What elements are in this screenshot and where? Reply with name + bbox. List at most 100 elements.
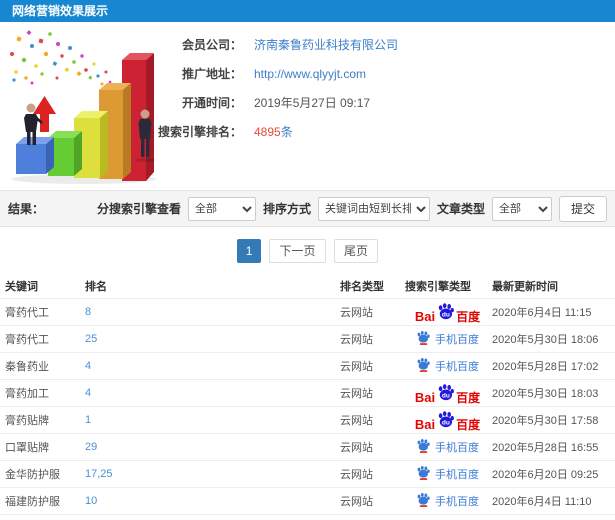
updated-time-cell: 2020年6月4日 11:15 xyxy=(492,307,592,319)
article-type-select[interactable]: 全部 xyxy=(491,196,552,221)
filter-bar: 结果： 分搜索引擎查看 全部 排序方式 关键词由短到长排序 文章类型 全部 提交 xyxy=(0,190,615,227)
rank-link[interactable]: 10 xyxy=(85,495,340,507)
table-row: 秦鲁药业 4 云网站 手机百度 2020年5月28日 17:02 xyxy=(0,352,615,379)
next-page-button[interactable]: 下一页 xyxy=(269,239,326,263)
baidu-logo-cn-text: 百度 xyxy=(456,417,481,432)
info-row-rank-count: 搜索引擎排名： 4895条 xyxy=(0,117,615,146)
info-row-url: 推广地址： http://www.qlyyjt.com xyxy=(0,59,615,88)
keyword-cell: 膏药代工 xyxy=(5,334,49,346)
baidu-mobile-paw-icon xyxy=(416,438,431,456)
baidu-mobile-paw-icon xyxy=(416,330,431,348)
rank-count-label: 搜索引擎排名： xyxy=(157,125,242,139)
rank-count-number: 4895 xyxy=(254,125,281,139)
updated-time-cell: 2020年5月28日 16:55 xyxy=(492,442,599,454)
baidu-logo-cn-text: 百度 xyxy=(456,390,481,405)
rank-type-cell: 云网站 xyxy=(340,415,373,427)
table-row: 福建防护服 10 云网站 手机百度 2020年6月4日 11:10 xyxy=(0,487,615,514)
table-row: 膏药代工 8 云网站 Bai du 百度 2020年6月4日 11:15 xyxy=(0,298,615,325)
updated-time-cell: 2020年5月30日 17:58 xyxy=(492,415,599,427)
baidu-mobile-paw-icon xyxy=(416,465,431,483)
rank-count-unit: 条 xyxy=(280,125,293,139)
table-body: 膏药代工 8 云网站 Bai du 百度 2020年6月4日 11:15 膏药代工 … xyxy=(0,298,615,520)
member-info-rows: 会员公司： 济南秦鲁药业科技有限公司 推广地址： http://www.qlyy… xyxy=(0,30,615,146)
baidu-mobile-label: 手机百度 xyxy=(435,442,479,454)
rank-link[interactable]: 4 xyxy=(85,387,340,399)
rank-link[interactable]: 8 xyxy=(85,306,340,318)
baidu-paw-icon: du xyxy=(436,302,455,323)
header-rank-type: 排名类型 xyxy=(340,280,384,293)
svg-text:du: du xyxy=(442,392,450,399)
updated-time-cell: 2020年5月28日 17:02 xyxy=(492,361,599,373)
member-info-section: 会员公司： 济南秦鲁药业科技有限公司 推广地址： http://www.qlyy… xyxy=(0,22,615,190)
baidu-mobile-label: 手机百度 xyxy=(435,469,479,481)
table-row: 金华防护服 17,25 云网站 手机百度 2020年6月20日 09:25 xyxy=(0,460,615,487)
rank-link[interactable]: 29 xyxy=(85,441,340,453)
baidu-mobile-badge: 手机百度 xyxy=(416,330,479,348)
page-title-bar: 网络营销效果展示 xyxy=(0,0,615,22)
baidu-mobile-label: 手机百度 xyxy=(435,496,479,508)
baidu-pc-logo: Bai du 百度 xyxy=(415,383,480,404)
article-type-label: 文章类型 xyxy=(436,202,485,216)
baidu-logo-bai-text: Bai xyxy=(414,416,436,432)
table-row: 手机百度 xyxy=(0,514,615,520)
open-time-value: 2019年5月27日 09:17 xyxy=(254,96,371,110)
header-keyword: 关键词 xyxy=(5,280,38,293)
updated-time-cell: 2020年6月20日 09:25 xyxy=(492,469,599,481)
keyword-cell: 口罩贴牌 xyxy=(5,442,49,454)
rank-type-cell: 云网站 xyxy=(340,442,373,454)
rank-type-cell: 云网站 xyxy=(340,334,373,346)
baidu-mobile-badge: 手机百度 xyxy=(416,357,479,375)
rank-link[interactable]: 1 xyxy=(85,414,340,426)
sort-filter-select[interactable]: 关键词由短到长排序 xyxy=(317,196,430,221)
promo-url-label: 推广地址： xyxy=(181,67,242,81)
baidu-paw-icon: du xyxy=(436,383,455,404)
search-engine-cell: 手机百度 xyxy=(405,330,490,348)
updated-time-cell: 2020年5月30日 18:06 xyxy=(492,334,599,346)
filter-controls: 分搜索引擎查看 全部 排序方式 关键词由短到长排序 文章类型 全部 提交 xyxy=(96,195,607,222)
header-engine-type: 搜索引擎类型 xyxy=(405,280,471,293)
submit-button[interactable]: 提交 xyxy=(558,195,607,222)
engine-filter-select[interactable]: 全部 xyxy=(187,196,256,221)
baidu-logo-bai-text: Bai xyxy=(414,389,436,405)
company-label: 会员公司： xyxy=(181,38,242,52)
info-row-open-time: 开通时间： 2019年5月27日 09:17 xyxy=(0,88,615,117)
baidu-mobile-paw-icon xyxy=(416,357,431,375)
table-header-row: 关键词 排名 排名类型 搜索引擎类型 最新更新时间 xyxy=(0,273,615,298)
baidu-mobile-badge: 手机百度 xyxy=(416,465,479,483)
baidu-mobile-badge: 手机百度 xyxy=(416,438,479,456)
keyword-cell: 秦鲁药业 xyxy=(5,361,49,373)
engine-filter-label: 分搜索引擎查看 xyxy=(96,202,181,216)
search-engine-cell: Bai du 百度 xyxy=(405,302,490,323)
keyword-cell: 福建防护服 xyxy=(5,496,60,508)
rank-type-cell: 云网站 xyxy=(340,361,373,373)
baidu-logo-bai-text: Bai xyxy=(414,308,436,324)
updated-time-cell: 2020年6月4日 11:10 xyxy=(492,496,592,508)
keyword-cell: 金华防护服 xyxy=(5,469,60,481)
svg-text:du: du xyxy=(442,419,450,426)
table-row: 膏药加工 4 云网站 Bai du 百度 2020年5月30日 18:03 xyxy=(0,379,615,406)
page-1-button[interactable]: 1 xyxy=(237,239,262,263)
promo-url-link[interactable]: http://www.qlyyjt.com xyxy=(254,67,366,81)
table-row: 膏药代工 25 云网站 手机百度 2020年5月30日 18:06 xyxy=(0,325,615,352)
rank-count-value: 4895条 xyxy=(254,123,293,140)
last-page-button[interactable]: 尾页 xyxy=(333,239,378,263)
rank-link[interactable]: 17,25 xyxy=(85,468,340,480)
baidu-mobile-label: 手机百度 xyxy=(435,334,479,346)
rank-type-cell: 云网站 xyxy=(340,496,373,508)
baidu-paw-icon: du xyxy=(436,410,455,431)
header-updated: 最新更新时间 xyxy=(492,280,558,293)
table-row: 口罩贴牌 29 云网站 手机百度 2020年5月28日 16:55 xyxy=(0,433,615,460)
svg-text:du: du xyxy=(442,311,450,318)
open-time-label: 开通时间： xyxy=(181,96,242,110)
page-title: 网络营销效果展示 xyxy=(12,4,109,18)
company-link[interactable]: 济南秦鲁药业科技有限公司 xyxy=(254,36,398,53)
search-engine-cell: Bai du 百度 xyxy=(405,410,490,431)
search-engine-cell: 手机百度 xyxy=(405,492,490,510)
baidu-mobile-paw-icon xyxy=(416,492,431,510)
rank-link[interactable]: 25 xyxy=(85,333,340,345)
table-row: 膏药贴牌 1 云网站 Bai du 百度 2020年5月30日 17:58 xyxy=(0,406,615,433)
keyword-cell: 膏药加工 xyxy=(5,388,49,400)
search-engine-cell: 手机百度 xyxy=(405,438,490,456)
keyword-cell: 膏药贴牌 xyxy=(5,415,49,427)
rank-link[interactable]: 4 xyxy=(85,360,340,372)
